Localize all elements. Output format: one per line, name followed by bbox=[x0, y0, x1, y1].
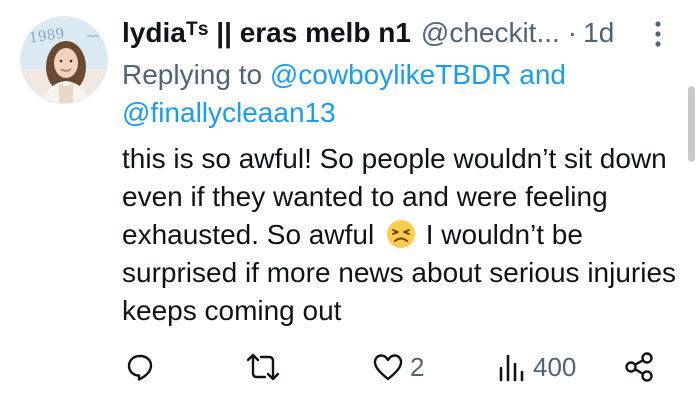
tweet[interactable]: 1989 lydiaᵀˢ || eras melb n1 @checkit...… bbox=[0, 0, 700, 400]
avatar[interactable]: 1989 bbox=[20, 16, 108, 104]
mention-finallycleaan13[interactable]: @finallycleaan13 bbox=[122, 97, 336, 128]
views-count: 400 bbox=[533, 351, 577, 382]
retweet-icon bbox=[246, 353, 280, 381]
reply-joiner: and bbox=[511, 59, 566, 90]
views-button[interactable]: 400 bbox=[497, 350, 576, 384]
reply-icon bbox=[127, 354, 153, 381]
tweet-text: this is so awful! So people wouldn’t sit… bbox=[122, 140, 682, 330]
replying-to: Replying to @cowboylikeTBDR and @finally… bbox=[122, 56, 602, 132]
share-button[interactable] bbox=[624, 350, 654, 384]
like-count: 2 bbox=[410, 351, 425, 382]
tweet-actions: 2 400 bbox=[0, 344, 700, 392]
views-icon bbox=[499, 354, 524, 382]
avatar-image: 1989 bbox=[21, 17, 107, 103]
scrollbar[interactable] bbox=[688, 86, 695, 162]
author-handle[interactable]: @checkit... bbox=[421, 12, 560, 54]
retweet-button[interactable] bbox=[245, 350, 287, 384]
reply-button[interactable] bbox=[124, 350, 162, 384]
timestamp[interactable]: 1d bbox=[583, 12, 614, 54]
replying-to-label: Replying to bbox=[122, 59, 270, 90]
like-icon bbox=[373, 354, 403, 381]
tweet-header: lydiaᵀˢ || eras melb n1 @checkit... · 1d bbox=[122, 12, 614, 54]
header-separator: · bbox=[567, 17, 578, 48]
more-icon bbox=[655, 21, 661, 47]
share-icon bbox=[625, 352, 653, 382]
more-button[interactable] bbox=[648, 18, 668, 52]
author-display-name[interactable]: lydiaᵀˢ || eras melb n1 bbox=[122, 12, 411, 54]
mention-cowboylikeTBDR[interactable]: @cowboylikeTBDR bbox=[270, 59, 512, 90]
like-button[interactable]: 2 bbox=[372, 350, 424, 384]
persevering-face-icon bbox=[386, 219, 416, 249]
